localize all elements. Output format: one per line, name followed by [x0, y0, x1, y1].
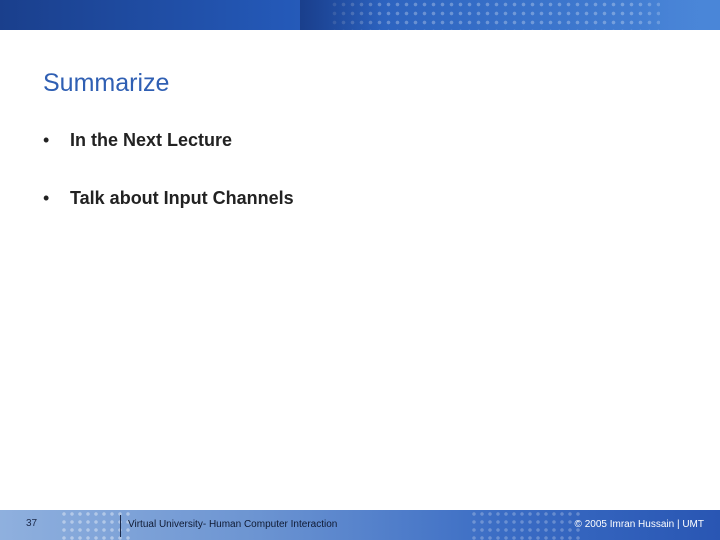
- bullet-marker: •: [43, 188, 50, 208]
- footer-band: 37 Virtual University- Human Computer In…: [0, 510, 720, 540]
- bullet-text: Talk about Input Channels: [70, 188, 294, 208]
- footer-divider: [120, 515, 121, 537]
- bullet-text: In the Next Lecture: [70, 130, 233, 150]
- bullet-marker: •: [43, 130, 50, 150]
- slide-title: Summarize: [43, 69, 170, 97]
- copyright-label: © 2005 Imran Hussain | UMT: [574, 519, 704, 530]
- header-band: [0, 0, 720, 30]
- page-number: 37: [26, 518, 38, 529]
- footer-dot-pattern: [470, 510, 580, 540]
- course-label: Virtual University- Human Computer Inter…: [128, 519, 338, 530]
